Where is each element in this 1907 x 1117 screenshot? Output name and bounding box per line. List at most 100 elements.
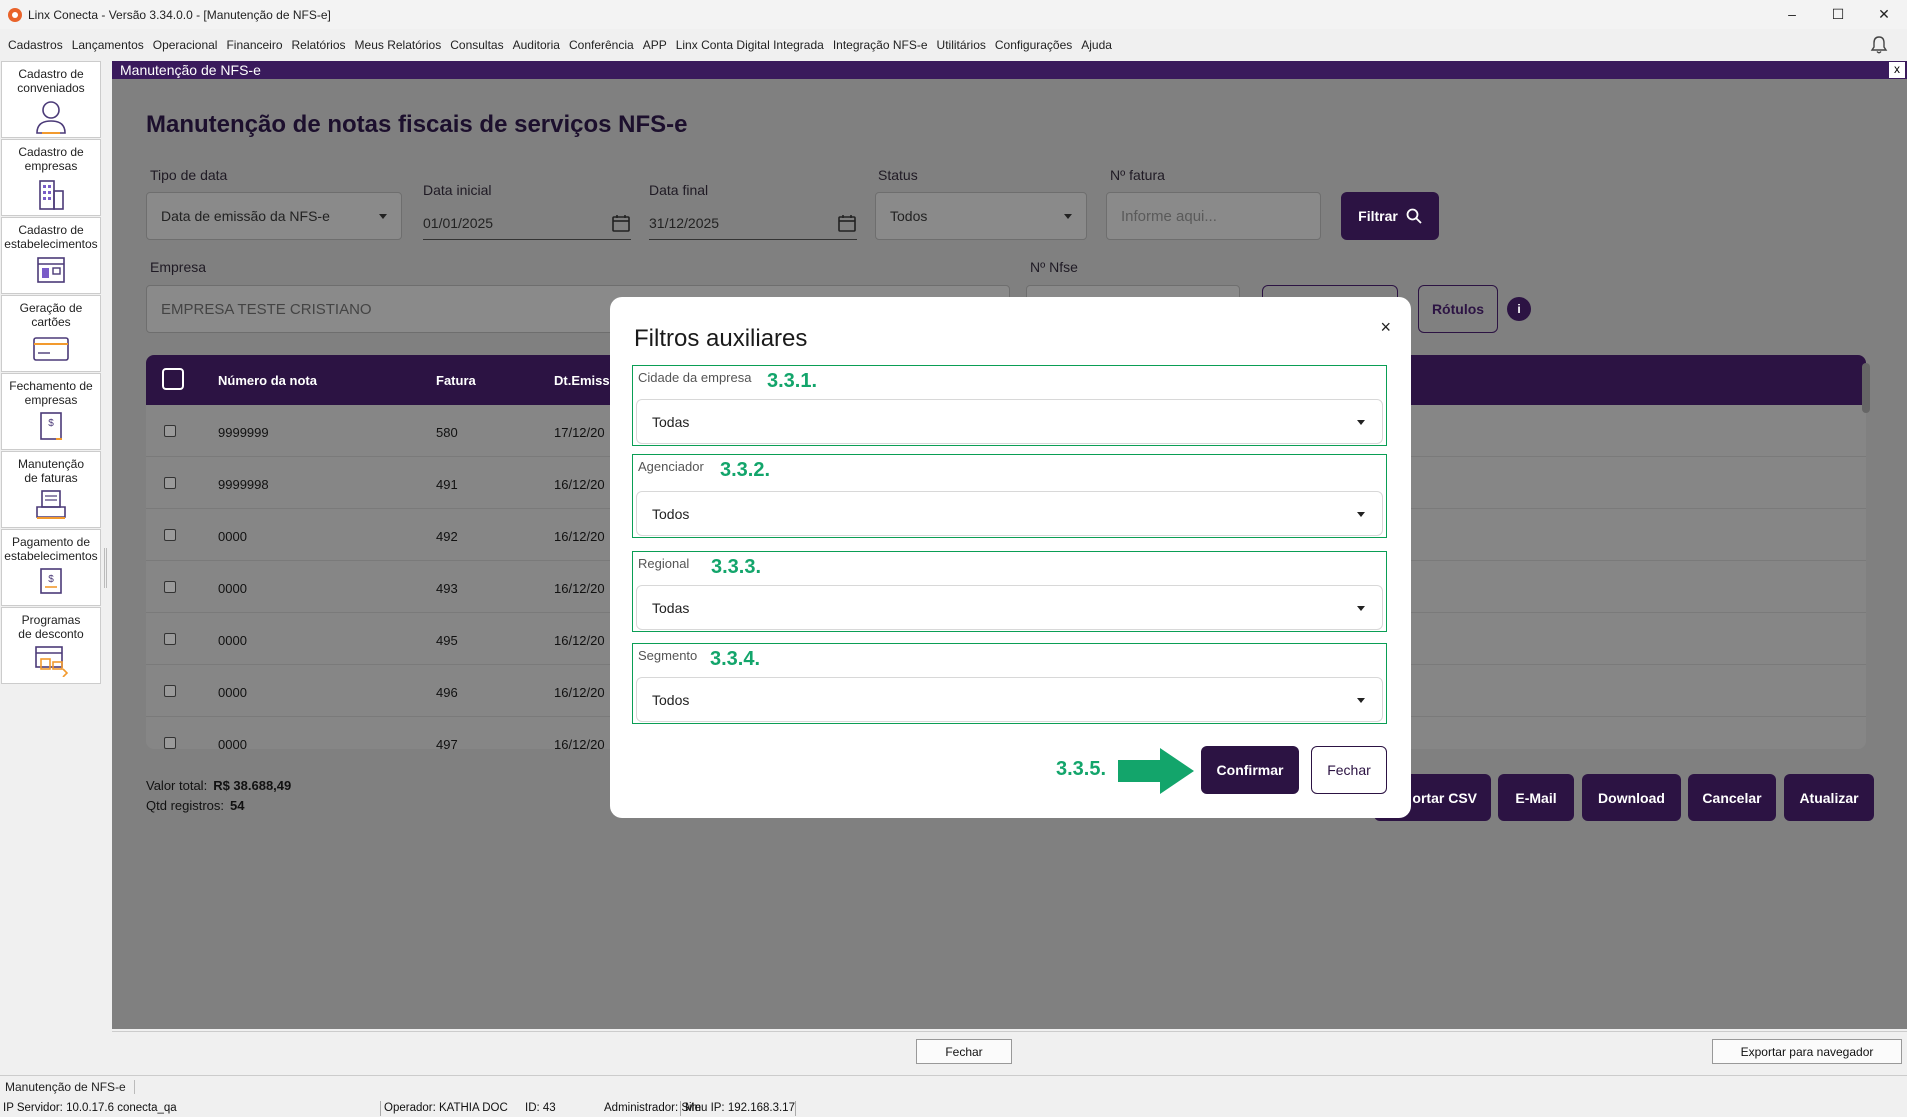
child-window-title: Manutenção de NFS-e bbox=[120, 62, 261, 78]
calendar-icon[interactable] bbox=[611, 213, 631, 233]
row-checkbox[interactable] bbox=[164, 685, 176, 697]
column-numero-nota[interactable]: Número da nota bbox=[218, 373, 317, 388]
confirmar-button[interactable]: Confirmar bbox=[1201, 746, 1299, 794]
fatura-input[interactable]: Informe aqui... bbox=[1106, 192, 1321, 240]
sidebar-item-cadastro-estabelecimentos[interactable]: Cadastro de estabelecimentos bbox=[1, 217, 101, 294]
agenciador-select[interactable]: Todos bbox=[636, 491, 1383, 536]
menu-auditoria[interactable]: Auditoria bbox=[513, 38, 560, 52]
calendar-icon[interactable] bbox=[837, 213, 857, 233]
status-label: Status bbox=[878, 167, 918, 183]
segmento-select[interactable]: Todos bbox=[636, 677, 1383, 722]
row-checkbox[interactable] bbox=[164, 737, 176, 749]
rotulos-button[interactable]: Rótulos bbox=[1418, 285, 1498, 333]
fechar-dialog-button[interactable]: Fechar bbox=[1311, 746, 1387, 794]
filtrar-button[interactable]: Filtrar bbox=[1341, 192, 1439, 240]
info-icon[interactable]: i bbox=[1507, 297, 1531, 321]
tab-manutencao-nfse[interactable]: Manutenção de NFS-e bbox=[5, 1080, 135, 1094]
menu-lancamentos[interactable]: Lançamentos bbox=[72, 38, 144, 52]
sidebar-item-pagamento-estabelecimentos[interactable]: Pagamento de estabelecimentos $ bbox=[1, 529, 101, 606]
tipo-data-select[interactable]: Data de emissão da NFS-e bbox=[146, 192, 402, 240]
app-logo-icon bbox=[8, 7, 22, 22]
chevron-down-icon bbox=[1357, 419, 1365, 425]
menu-conferencia[interactable]: Conferência bbox=[569, 38, 634, 52]
menu-financeiro[interactable]: Financeiro bbox=[226, 38, 282, 52]
sidebar-item-label: empresas bbox=[24, 393, 78, 407]
data-inicial-input[interactable]: 01/01/2025 bbox=[423, 207, 631, 240]
svg-text:$: $ bbox=[48, 574, 54, 585]
minimize-button[interactable]: – bbox=[1769, 0, 1815, 29]
data-final-value: 31/12/2025 bbox=[649, 215, 720, 231]
filter-label: Cidade da empresa bbox=[638, 370, 752, 385]
chevron-down-icon bbox=[379, 214, 387, 219]
filter-agenciador: Agenciador 3.3.2. Todos bbox=[632, 454, 1387, 538]
menu-linx-conta-digital[interactable]: Linx Conta Digital Integrada bbox=[676, 38, 824, 52]
exportar-navegador-label: Exportar para navegador bbox=[1740, 1044, 1874, 1059]
sidebar-item-label: Cadastro de bbox=[18, 223, 84, 237]
payment-icon: $ bbox=[40, 568, 62, 594]
menu-configuracoes[interactable]: Configurações bbox=[995, 38, 1072, 52]
select-value: Todos bbox=[652, 691, 690, 708]
cidade-empresa-select[interactable]: Todas bbox=[636, 399, 1383, 444]
sidebar-item-geracao-cartoes[interactable]: Geração de cartões bbox=[1, 295, 101, 372]
sidebar-item-label: Cadastro de bbox=[18, 145, 84, 159]
sidebar-item-fechamento-empresas[interactable]: Fechamento de empresas $ bbox=[1, 373, 101, 450]
step-annotation: 3.3.4. bbox=[710, 648, 761, 670]
menu-ajuda[interactable]: Ajuda bbox=[1081, 38, 1112, 52]
filter-label: Agenciador bbox=[638, 459, 704, 474]
maximize-button[interactable]: ☐ bbox=[1815, 0, 1861, 29]
menu-operacional[interactable]: Operacional bbox=[153, 38, 218, 52]
menu-utilitarios[interactable]: Utilitários bbox=[937, 38, 986, 52]
menu-integracao-nfse[interactable]: Integração NFS-e bbox=[833, 38, 928, 52]
filter-regional: Regional 3.3.3. Todas bbox=[632, 551, 1387, 632]
child-close-button[interactable]: x bbox=[1889, 62, 1905, 78]
status-ip: Meu IP: 192.168.3.17 bbox=[685, 1102, 795, 1114]
sidebar-item-label: Programas bbox=[21, 613, 81, 627]
fechar-button[interactable]: Fechar bbox=[916, 1039, 1012, 1064]
email-button[interactable]: E-Mail bbox=[1498, 774, 1574, 821]
row-checkbox[interactable] bbox=[164, 425, 176, 437]
sidebar-item-cadastro-conveniados[interactable]: Cadastro de conveniados bbox=[1, 61, 101, 138]
row-checkbox[interactable] bbox=[164, 477, 176, 489]
exportar-navegador-button[interactable]: Exportar para navegador bbox=[1712, 1039, 1902, 1064]
cell-numero: 0000 bbox=[218, 737, 247, 749]
row-checkbox[interactable] bbox=[164, 633, 176, 645]
step-annotation: 3.3.5. bbox=[1056, 758, 1107, 780]
cell-numero: 0000 bbox=[218, 529, 247, 544]
column-dt-emissao[interactable]: Dt.Emissã bbox=[554, 373, 617, 388]
menu-consultas[interactable]: Consultas bbox=[450, 38, 503, 52]
column-fatura[interactable]: Fatura bbox=[436, 373, 476, 388]
close-icon[interactable]: × bbox=[1380, 317, 1391, 338]
regional-select[interactable]: Todas bbox=[636, 585, 1383, 630]
cell-numero: 9999999 bbox=[218, 425, 269, 440]
download-button[interactable]: Download bbox=[1582, 774, 1681, 821]
sidebar-item-programas-desconto[interactable]: Programas de desconto bbox=[1, 607, 101, 684]
row-checkbox[interactable] bbox=[164, 581, 176, 593]
atualizar-button[interactable]: Atualizar bbox=[1784, 774, 1874, 821]
sidebar-item-label: estabelecimentos bbox=[4, 237, 98, 251]
filter-cidade-empresa: Cidade da empresa 3.3.1. Todas bbox=[632, 365, 1387, 446]
window-title: Linx Conecta - Versão 3.34.0.0 - [Manute… bbox=[28, 7, 331, 22]
close-window-button[interactable]: ✕ bbox=[1861, 0, 1907, 29]
menu-meus-relatorios[interactable]: Meus Relatórios bbox=[355, 38, 442, 52]
data-final-input[interactable]: 31/12/2025 bbox=[649, 207, 857, 240]
bell-icon[interactable] bbox=[1869, 35, 1889, 55]
shortcut-sidebar: Cadastro de conveniados Cadastro de empr… bbox=[0, 60, 102, 690]
totals: Valor total: R$ 38.688,49 Qtd registros: 5… bbox=[146, 776, 291, 816]
select-all-checkbox[interactable] bbox=[162, 368, 184, 390]
status-select[interactable]: Todos bbox=[875, 192, 1087, 240]
filter-segmento: Segmento 3.3.4. Todos bbox=[632, 643, 1387, 724]
cancelar-label: Cancelar bbox=[1702, 789, 1762, 806]
cancelar-button[interactable]: Cancelar bbox=[1688, 774, 1776, 821]
menu-bar: Cadastros Lançamentos Operacional Financ… bbox=[0, 33, 1907, 57]
sidebar-splitter[interactable] bbox=[104, 548, 107, 588]
menu-relatorios[interactable]: Relatórios bbox=[292, 38, 346, 52]
chevron-down-icon bbox=[1357, 697, 1365, 703]
menu-cadastros[interactable]: Cadastros bbox=[8, 38, 63, 52]
menu-app[interactable]: APP bbox=[643, 38, 667, 52]
step-annotation: 3.3.2. bbox=[720, 459, 771, 481]
sidebar-item-cadastro-empresas[interactable]: Cadastro de empresas bbox=[1, 139, 101, 216]
status-bar: IP Servidor: 10.0.17.6 conecta_qa Operad… bbox=[0, 1100, 1907, 1117]
table-scrollbar[interactable] bbox=[1862, 363, 1870, 413]
row-checkbox[interactable] bbox=[164, 529, 176, 541]
sidebar-item-manutencao-faturas[interactable]: Manutenção de faturas bbox=[1, 451, 101, 528]
